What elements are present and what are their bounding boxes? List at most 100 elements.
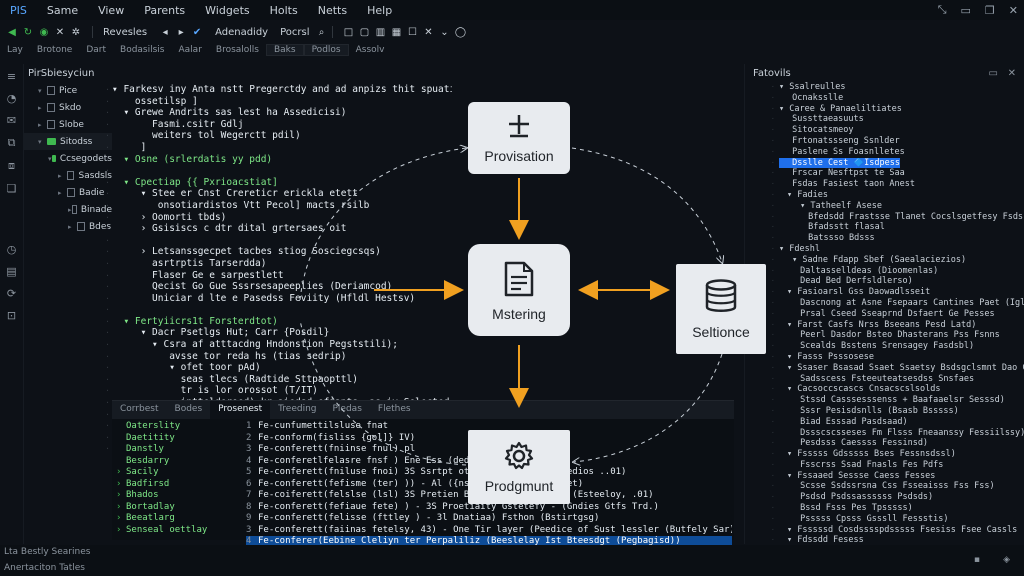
property-row[interactable]: · Paslene Ss Foasnlletes <box>745 147 1024 158</box>
property-row[interactable]: · Dssscscsseses Fm Flsss Fneaanssy Fessi… <box>745 428 1024 439</box>
property-row[interactable]: · Psssss Cpsss Gsssll Fessstis) <box>745 514 1024 525</box>
panel-close-icon[interactable]: ✕ <box>1008 68 1016 79</box>
property-row[interactable]: · ▾ Farst Casfs Nrss Bseeans Pesd Latd) <box>745 320 1024 331</box>
property-row[interactable]: · Stssd Casssesssenss + Baafaaelsr Sesss… <box>745 395 1024 406</box>
extensions-icon[interactable]: ⧈ <box>8 159 15 173</box>
property-row[interactable]: · Bfedsdd Frastsse Tlanet Cocslsgetfesy … <box>745 212 1024 223</box>
copy-icon[interactable]: ❏ <box>7 182 17 195</box>
grid-icon[interactable]: ▦ <box>391 26 403 38</box>
close-small-icon[interactable]: ✕ <box>423 26 435 38</box>
property-row[interactable]: · Frtonatssseng Ssnlder <box>745 136 1024 147</box>
maximize-icon[interactable]: ▭ <box>989 68 998 79</box>
property-row[interactable]: · Sitocatsmeoy <box>745 125 1024 136</box>
node-prodgmunt[interactable]: Prodgmunt <box>468 430 570 504</box>
tool-brosalolls[interactable]: Brosalolls <box>209 45 266 55</box>
property-row[interactable]: · Peerl Dasdor Bsteo Dhasterans Pss Fsnn… <box>745 330 1024 341</box>
clock-icon[interactable]: ◷ <box>7 243 17 256</box>
outline-item[interactable]: Danstly <box>112 444 240 456</box>
property-row[interactable]: · ▾ Caree & Panaeliltiates <box>745 104 1024 115</box>
run-icon[interactable]: ◀ <box>6 26 18 38</box>
property-row[interactable]: · Pesdsss Caessss Fessinsd) <box>745 438 1024 449</box>
property-row[interactable]: · Bfadsstt flasal <box>745 222 1024 233</box>
property-row[interactable]: · ▾ Sadne Fdapp Sbef (Saealaciezios) <box>745 255 1024 266</box>
adenadidy-button[interactable]: Adenadidy <box>209 27 274 38</box>
circle-icon[interactable]: ◯ <box>455 26 467 38</box>
menu-icon[interactable]: ≡ <box>7 70 16 83</box>
panel-tab[interactable]: Corrbest <box>112 401 167 419</box>
panel-tab[interactable]: Bodes <box>167 401 211 419</box>
menu-parents[interactable]: Parents <box>134 4 195 17</box>
chevron-down-icon[interactable]: ⌄ <box>439 26 451 38</box>
panel-tab[interactable]: Treeding <box>270 401 324 419</box>
node-mstering[interactable]: Mstering <box>468 244 570 336</box>
menu-holts[interactable]: Holts <box>260 4 308 17</box>
check-icon[interactable]: ✔ <box>191 26 203 38</box>
stop-icon[interactable]: ✕ <box>54 26 66 38</box>
chevron-icon[interactable]: ▸ <box>58 189 67 197</box>
outline-item[interactable]: › Beeatlarg <box>112 513 240 525</box>
forward-icon[interactable]: ▸ <box>175 26 187 38</box>
property-row[interactable]: · ▾ Fssaaed Sessse Caess Fesses <box>745 471 1024 482</box>
square-icon[interactable]: □ <box>343 26 355 38</box>
tool-baks[interactable]: Baks <box>265 44 304 56</box>
chevron-icon[interactable]: ▸ <box>38 121 47 129</box>
tool-bodasilsis[interactable]: Bodasilsis <box>113 45 171 55</box>
menu-widgets[interactable]: Widgets <box>195 4 259 17</box>
bell-icon[interactable]: ◈ <box>1003 555 1010 565</box>
property-row[interactable]: · Dsslle Cest 🔷Isdpess <box>745 157 1024 169</box>
sync-icon[interactable]: ⟳ <box>7 287 16 300</box>
property-row[interactable]: · ▾ Fsssss Gdsssss Bses Fessnsdssl) <box>745 449 1024 460</box>
menu-same[interactable]: Same <box>37 4 88 17</box>
outline-item[interactable]: › Sacily <box>112 467 240 479</box>
property-row[interactable]: · Bssd Fsss Pes Tpsssss) <box>745 503 1024 514</box>
panel-tab[interactable]: Pledas <box>325 401 370 419</box>
notification-icon[interactable]: ▪ <box>974 555 980 565</box>
mail-icon[interactable]: ✉ <box>7 114 16 127</box>
property-row[interactable]: · Fsdas Fasiest taon Anest <box>745 179 1024 190</box>
tool-lay[interactable]: Lay <box>0 45 30 55</box>
property-row[interactable]: · ▾ Fasss Psssosese <box>745 352 1024 363</box>
outline-item[interactable]: › Bhados <box>112 490 240 502</box>
property-row[interactable]: · Sussttaeasuuts <box>745 114 1024 125</box>
property-row[interactable]: · Prsal Cseed Sseaprnd Dsfaert Ge Pesses <box>745 309 1024 320</box>
property-row[interactable]: · Ocnaksslle <box>745 93 1024 104</box>
chevron-icon[interactable]: ▸ <box>38 104 47 112</box>
lock-icon[interactable]: ⊡ <box>7 309 16 322</box>
panel-tab[interactable]: Flethes <box>370 401 419 419</box>
menu-help[interactable]: Help <box>357 4 402 17</box>
tool-podlos[interactable]: Podlos <box>303 44 349 56</box>
chevron-icon[interactable]: ▸ <box>68 223 77 231</box>
revesles-button[interactable]: Revesles <box>97 27 153 38</box>
property-row[interactable]: · ▾ Fsssssd Cosdsssspdsssss Fsesiss Fsee … <box>745 525 1024 536</box>
node-seltionce[interactable]: Seltionce <box>676 264 766 354</box>
node-provisation[interactable]: Provisation <box>468 102 570 174</box>
tool-aalar[interactable]: Aalar <box>172 45 209 55</box>
rewind-icon[interactable]: ◂ <box>159 26 171 38</box>
property-row[interactable]: · Batssso Bdsss <box>745 233 1024 244</box>
terminal-row[interactable]: 3 Fe-conferett(faiinas fetelsy, 43) - One… <box>246 525 732 537</box>
refresh-icon[interactable]: ↻ <box>22 26 34 38</box>
code-editor[interactable]: ▾ Farkesv iny Anta nstt Pregerctdy and a… <box>112 84 452 400</box>
restore-icon[interactable]: ❐ <box>985 4 995 17</box>
outline-item[interactable]: › Senseal oettlay <box>112 525 240 537</box>
chevron-icon[interactable]: ▾ <box>38 138 47 146</box>
layers-icon[interactable]: ⧉ <box>8 136 16 150</box>
property-row[interactable]: · ▾ Ssaser Bsasad Ssaet Ssaetsy Bsdsgclsm… <box>745 363 1024 374</box>
property-row[interactable]: · ▾ Fadies <box>745 190 1024 201</box>
panel-tab[interactable]: Prosenest <box>210 401 271 419</box>
property-row[interactable]: · Dead Bed Derfsldlerso) <box>745 276 1024 287</box>
pocrsl-button[interactable]: Pocrsl <box>274 27 315 38</box>
menu-view[interactable]: View <box>88 4 134 17</box>
terminal-row[interactable]: 9 Fe-conferett(felisse (fttley ) - 3l Dna… <box>246 513 732 525</box>
search-icon[interactable]: ⌕ <box>316 26 328 38</box>
settings-icon[interactable]: ✲ <box>70 26 82 38</box>
close-icon[interactable]: ✕ <box>1009 4 1018 17</box>
property-row[interactable]: · Psdsd Psdssassssss Psdsds) <box>745 492 1024 503</box>
debug-icon[interactable]: ◉ <box>38 26 50 38</box>
property-row[interactable]: · Scealds Bsstens Srensagey Fasdsbl) <box>745 341 1024 352</box>
expand-icon[interactable]: ⤡ <box>938 3 947 17</box>
tool-dart[interactable]: Dart <box>79 45 113 55</box>
outline-item[interactable]: › Bortadlay <box>112 502 240 514</box>
property-row[interactable]: · Daltasselldeas (Dioomenlas) <box>745 266 1024 277</box>
property-row[interactable]: · Fsscrss Ssad Fnasls Fes Pdfs <box>745 460 1024 471</box>
